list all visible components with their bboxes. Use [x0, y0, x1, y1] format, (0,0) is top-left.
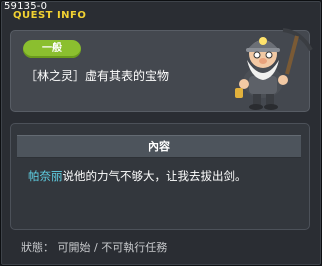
quest-content-text: 帕奈丽说他的力气不够大，让我去拔出剑。: [28, 168, 247, 184]
quest-info-window: 59135-0 QUEST INFO 一般 ［林之灵］虚有其表的宝物 內容 帕奈…: [0, 0, 322, 266]
quest-category-badge: 一般: [23, 40, 81, 58]
quest-name: ［林之灵］虚有其表的宝物: [25, 69, 170, 83]
npc-name-link: 帕奈丽: [28, 169, 63, 183]
quest-status: 狀態： 可開始 / 不可執行任務: [21, 241, 168, 254]
quest-content-panel: 內容 帕奈丽说他的力气不够大，让我去拔出剑。: [10, 123, 310, 230]
window-title: QUEST INFO: [13, 10, 87, 21]
npc-portrait-image: [235, 28, 313, 110]
quest-description: 说他的力气不够大，让我去拔出剑。: [62, 169, 247, 183]
content-section-header: 內容: [17, 135, 301, 158]
